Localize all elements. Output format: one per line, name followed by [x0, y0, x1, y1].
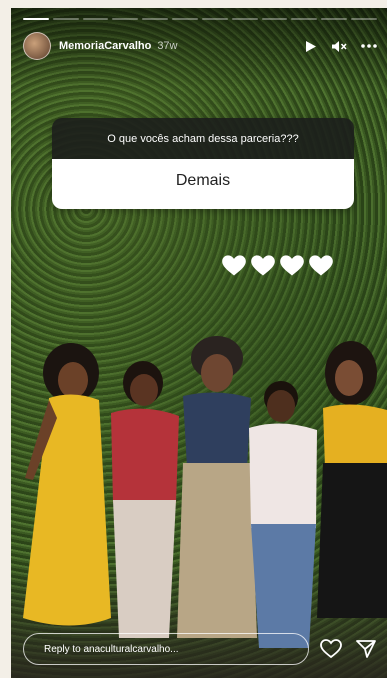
- story-header: MemoriaCarvalho 37w: [23, 32, 377, 60]
- progress-segment: [172, 18, 198, 20]
- more-icon[interactable]: [361, 44, 377, 48]
- question-sticker: O que vocês acham dessa parceria??? Dema…: [52, 118, 354, 209]
- reply-input[interactable]: [42, 642, 308, 656]
- progress-segment: [52, 18, 79, 20]
- progress-segment: [291, 18, 318, 20]
- heart-icon[interactable]: [320, 639, 342, 664]
- progress-segment: [261, 18, 288, 20]
- mute-icon[interactable]: [331, 40, 347, 53]
- question-answer: Demais: [52, 159, 354, 209]
- username[interactable]: MemoriaCarvalho: [59, 40, 151, 52]
- heart-stickers: [221, 254, 334, 283]
- group-photo: [23, 336, 387, 648]
- question-text: O que vocês acham dessa parceria???: [52, 118, 354, 159]
- progress-segment: [321, 18, 348, 20]
- timestamp: 37w: [157, 40, 178, 52]
- person-yellow-dress: [23, 343, 111, 626]
- person-white-top: [249, 381, 317, 648]
- avatar[interactable]: [23, 32, 51, 60]
- person-navy-top: [177, 336, 257, 638]
- progress-segment: [351, 18, 377, 20]
- heart-sticker-icon: [221, 254, 247, 283]
- play-icon[interactable]: [305, 40, 317, 53]
- progress-segment: [201, 18, 228, 20]
- send-icon[interactable]: [356, 639, 376, 664]
- heart-sticker-icon: [250, 254, 276, 283]
- story-viewer[interactable]: MemoriaCarvalho 37w O que vocês acham de…: [11, 8, 387, 678]
- heart-sticker-icon: [308, 254, 334, 283]
- progress-segment: [23, 18, 49, 20]
- progress-segment: [231, 18, 258, 20]
- progress-segment: [142, 18, 169, 20]
- progress-segment: [112, 18, 139, 20]
- reply-field[interactable]: [23, 633, 309, 665]
- progress-segment: [82, 18, 109, 20]
- person-yellow-tank: [317, 341, 387, 618]
- story-progress-bar: [23, 18, 377, 20]
- person-red-top: [111, 361, 179, 638]
- heart-sticker-icon: [279, 254, 305, 283]
